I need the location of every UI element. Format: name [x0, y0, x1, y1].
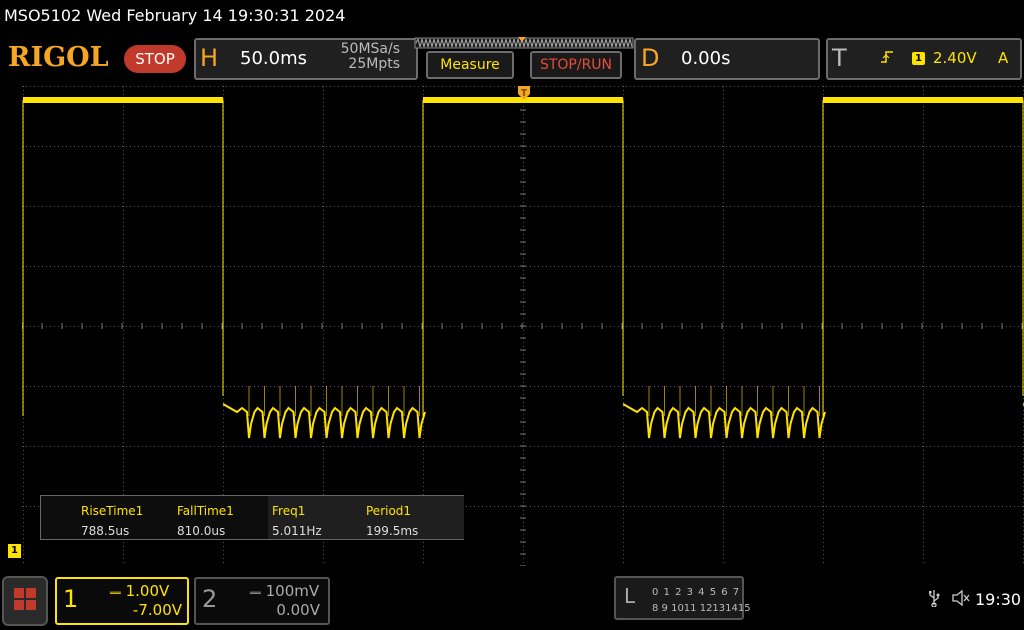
measurement-name: Period1: [366, 504, 412, 518]
trigger-level: 2.40V: [933, 49, 977, 67]
logic-analyzer-letter: L: [624, 584, 636, 608]
measurement-name: Freq1: [272, 504, 306, 518]
delay-value: 0.00s: [681, 48, 731, 69]
channel-1-number: 1: [63, 585, 79, 613]
channel-1-scale-value: 1.00V: [125, 582, 170, 600]
measurement-value: 5.011Hz: [272, 524, 322, 538]
channel-2-offset: 0.00V: [276, 601, 320, 619]
measurement-item: Period1 199.5ms: [364, 496, 464, 539]
measurement-value: 199.5ms: [366, 524, 419, 538]
sample-rate: 50MSa/s: [340, 41, 400, 57]
channel-1-ground-marker[interactable]: 1: [8, 544, 21, 558]
channel-2-scale: ══ 100mV: [250, 582, 319, 600]
horizontal-letter: H: [200, 44, 219, 72]
rising-edge-icon: [880, 50, 894, 68]
measurement-item: FallTime1 810.0us: [137, 496, 234, 539]
grid: [22, 86, 1024, 566]
measure-button[interactable]: Measure: [426, 51, 514, 79]
channel-1-scale: ══ 1.00V: [110, 582, 169, 600]
measurement-name: FallTime1: [177, 504, 234, 518]
measure-button-label: Measure: [440, 57, 500, 73]
trigger-marker-label: T: [520, 89, 527, 99]
digital-channels-row-1: 0 1 2 3 4 5 6 7: [652, 587, 741, 598]
dc-coupling-icon: ══: [110, 589, 121, 599]
waveform-display[interactable]: T: [22, 86, 1024, 566]
trace-low-ripple: [622, 403, 826, 439]
trace-high-segment: [23, 97, 223, 103]
measurement-panel: RiseTime1 788.5us FallTime1 810.0us Freq…: [40, 495, 464, 540]
mute-icon[interactable]: [951, 589, 971, 611]
trigger-mode: A: [998, 49, 1009, 67]
channel-2-number: 2: [202, 585, 218, 613]
measurement-item: RiseTime1 788.5us: [41, 496, 143, 539]
measurement-value: 810.0us: [177, 524, 226, 538]
measurement-item: Freq1 5.011Hz: [268, 496, 364, 539]
menu-grid-icon: [14, 588, 36, 610]
trace-high-segment: [823, 97, 1023, 103]
memory-depth: 25Mpts: [348, 56, 400, 72]
trigger-letter: T: [832, 44, 847, 72]
channel-2-scale-value: 100mV: [265, 582, 320, 600]
status-clock: 19:30: [975, 590, 1022, 609]
stop-run-button[interactable]: STOP/RUN: [530, 51, 622, 79]
window-title: MSO5102 Wed February 14 19:30:31 2024: [4, 6, 346, 25]
measurement-name: RiseTime1: [81, 504, 144, 518]
timebase-value: 50.0ms: [240, 48, 307, 69]
trigger-source-badge: 1: [912, 52, 925, 65]
measurement-value: 788.5us: [81, 524, 130, 538]
brand-logo: RIGOL: [8, 42, 109, 73]
stop-run-button-label: STOP/RUN: [539, 57, 613, 73]
acquisition-info: 50MSa/s 25Mpts: [330, 42, 400, 72]
digital-channels-row-2: 8 9 1011 12131415: [652, 603, 751, 614]
channel-1-offset: -7.00V: [132, 601, 182, 619]
memory-overview-bar: [414, 37, 634, 49]
trace-low-ripple: [222, 403, 426, 439]
run-state-badge: STOP: [124, 45, 186, 73]
dc-coupling-icon: ══: [250, 589, 261, 599]
delay-letter: D: [641, 44, 660, 72]
usb-icon: [927, 589, 941, 611]
